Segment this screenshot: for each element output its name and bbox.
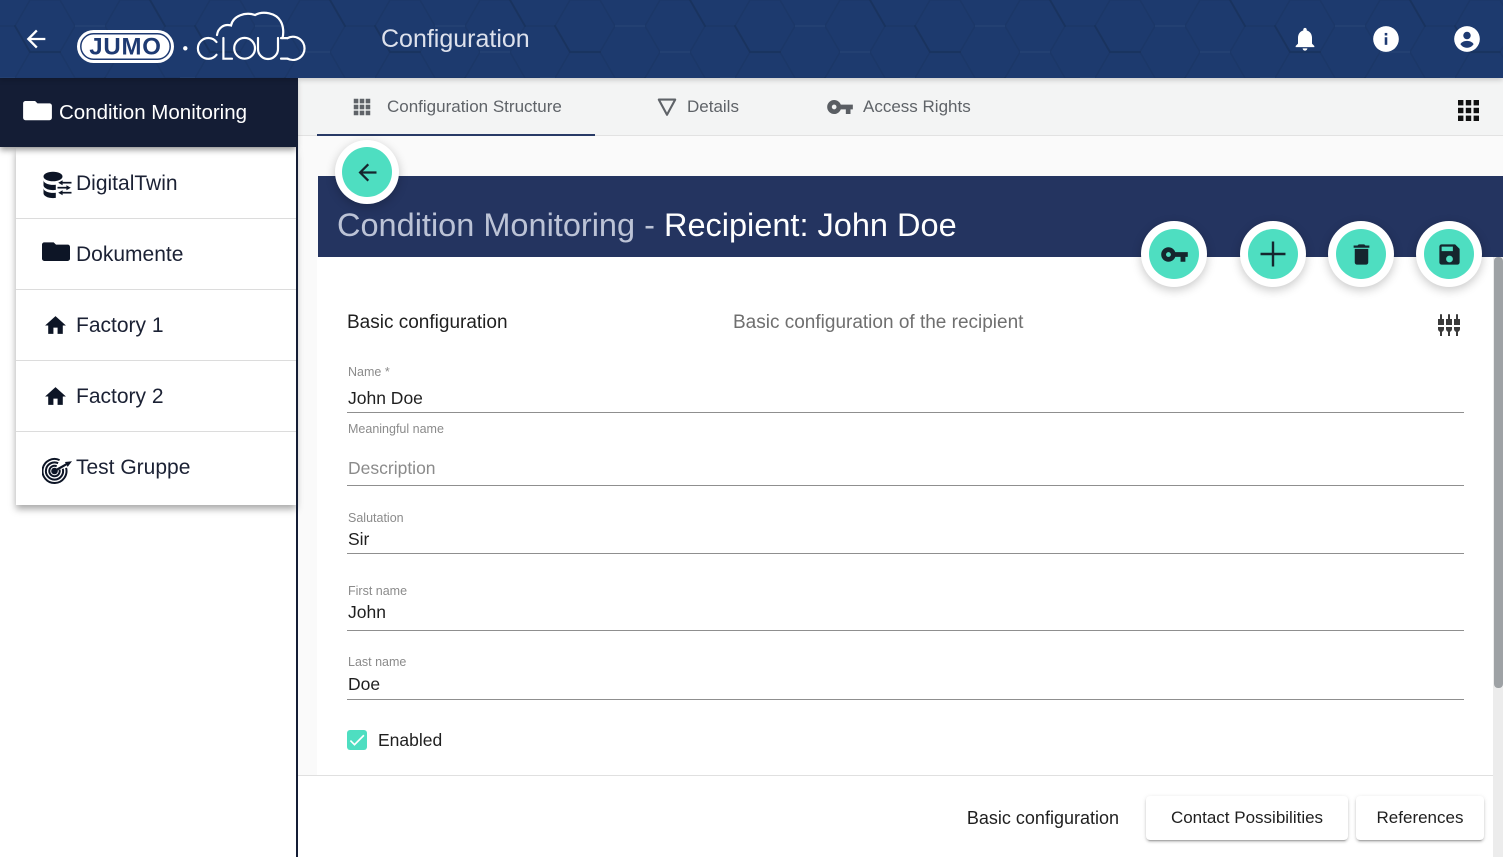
svg-text:JUMO: JUMO [89,34,162,61]
